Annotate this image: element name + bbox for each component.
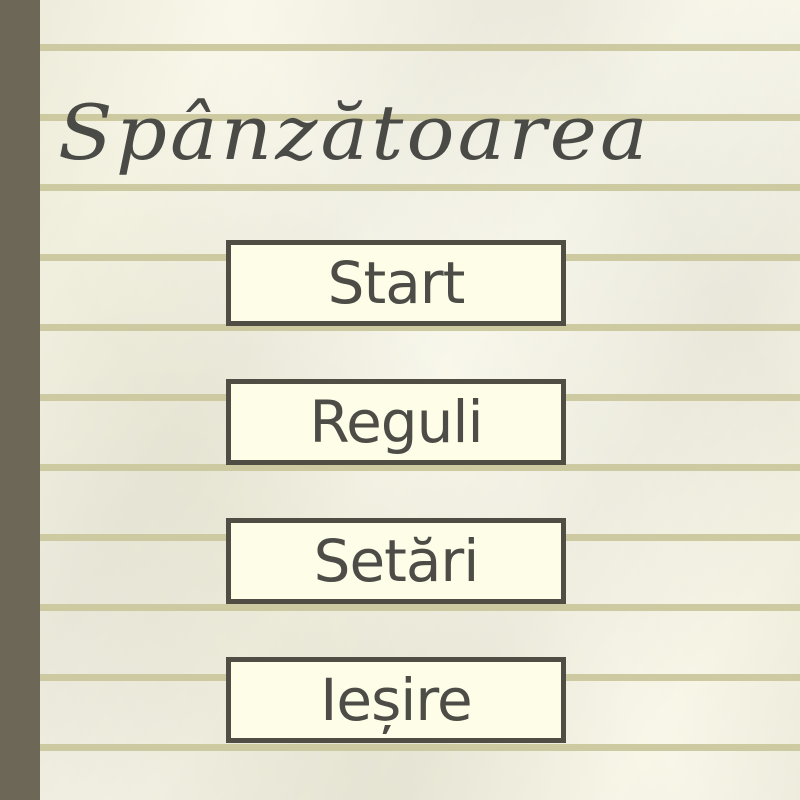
ruled-line xyxy=(40,44,800,51)
settings-button[interactable]: Setări xyxy=(226,518,566,604)
settings-button-label: Setări xyxy=(313,527,480,595)
start-button[interactable]: Start xyxy=(226,240,566,326)
ruled-line xyxy=(40,744,800,751)
rules-button[interactable]: Reguli xyxy=(226,379,566,465)
game-title: Spânzătoarea xyxy=(58,88,651,177)
start-button-label: Start xyxy=(327,249,466,317)
ruled-line xyxy=(40,464,800,471)
notebook-margin-bar xyxy=(0,0,40,800)
ruled-line xyxy=(40,184,800,191)
exit-button[interactable]: Ieșire xyxy=(226,657,566,743)
rules-button-label: Reguli xyxy=(309,388,483,456)
ruled-line xyxy=(40,604,800,611)
exit-button-label: Ieșire xyxy=(320,666,472,734)
